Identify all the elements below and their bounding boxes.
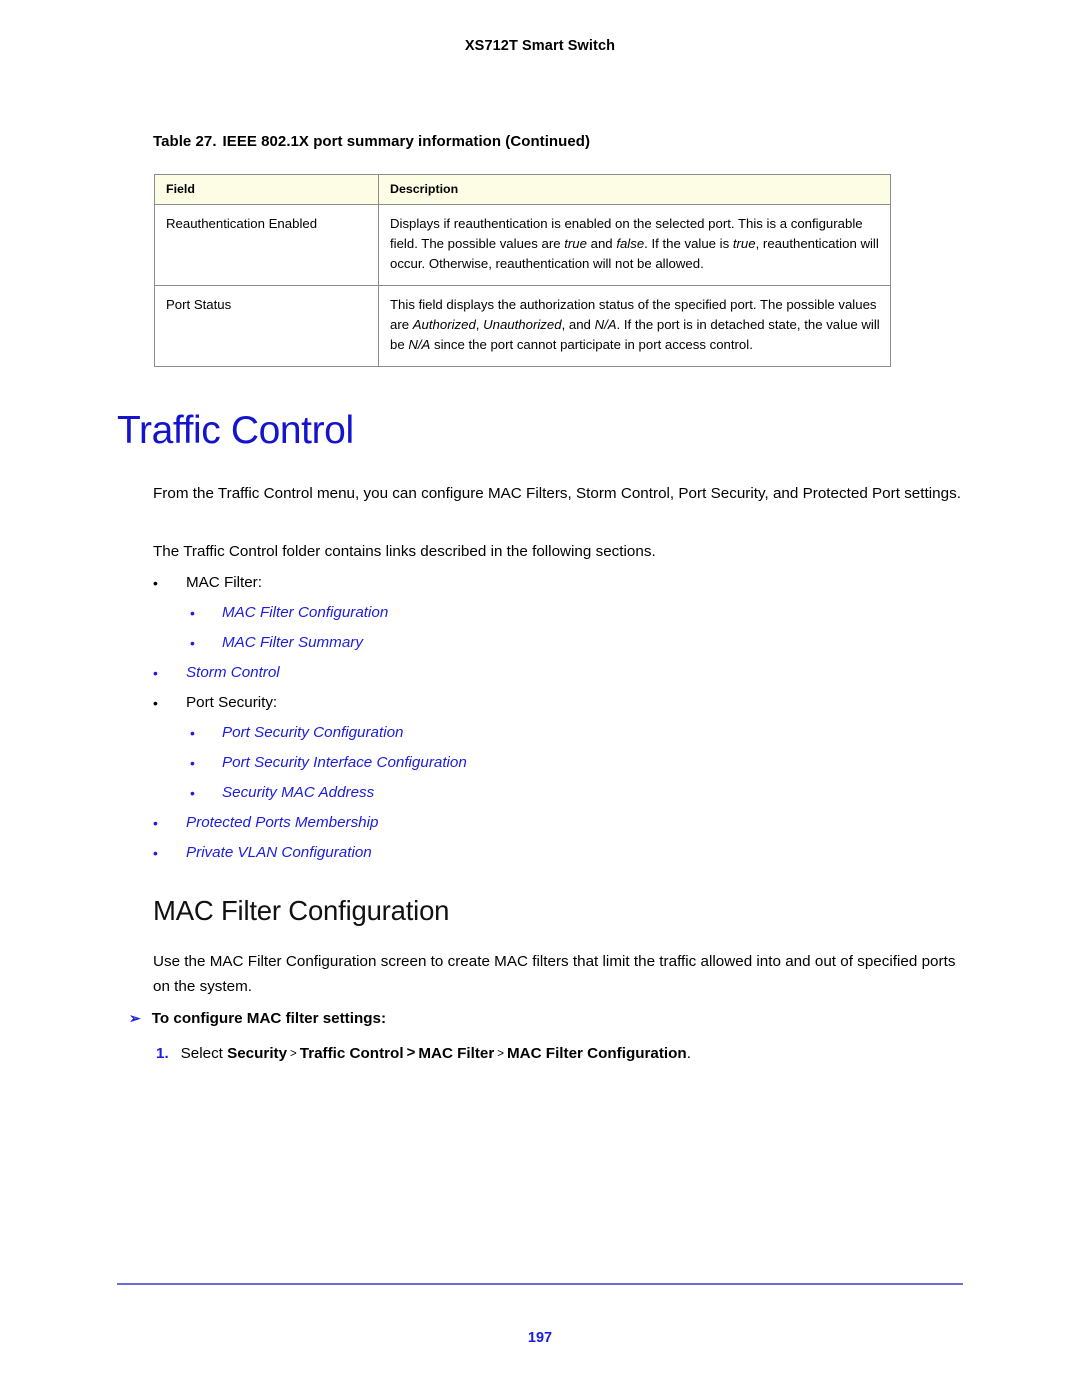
- step-text: Select Security > Traffic Control > MAC Filt…: [180, 1044, 691, 1062]
- bullet-icon: •: [190, 605, 195, 621]
- paragraph-traffic-control-folder: The Traffic Control folder contains link…: [153, 543, 656, 560]
- procedure-step-1: 1. Select Security > Traffic Control > MAC F…: [156, 1042, 691, 1067]
- list-item-link-9[interactable]: • Private VLAN Configuration: [153, 838, 913, 868]
- procedure-heading: ➢ To configure MAC filter settings:: [129, 1007, 386, 1030]
- table-body: Reauthentication Enabled Displays if reau…: [154, 204, 891, 367]
- column-header-field: Field: [154, 174, 379, 205]
- page-number: 197: [527, 1330, 553, 1346]
- cell-description: Displays if reauthentication is enabled …: [378, 204, 891, 286]
- bullet-icon: •: [153, 575, 158, 591]
- bullet-icon: •: [153, 695, 158, 711]
- page-title: Traffic Control: [117, 409, 354, 452]
- cell-description: This field displays the authorization st…: [378, 285, 891, 367]
- cell-field: Port Status: [154, 285, 379, 367]
- list-item-label[interactable]: Security MAC Address: [222, 778, 913, 808]
- cell-field: Reauthentication Enabled: [154, 204, 379, 286]
- column-header-description: Description: [378, 174, 891, 205]
- procedure-heading-label: To configure MAC filter settings:: [151, 1010, 387, 1027]
- list-item-link-7[interactable]: • Security MAC Address: [153, 778, 913, 808]
- table-caption-number: Table 27.: [153, 133, 217, 150]
- paragraph-traffic-control-intro: From the Traffic Control menu, you can c…: [153, 485, 961, 502]
- list-item-label[interactable]: Port Security Interface Configuration: [222, 748, 913, 778]
- port-summary-table: Field Description Reauthentication Enabl…: [154, 174, 891, 367]
- document-page: XS712T Smart Switch Table 27. IEEE 802.1X…: [0, 0, 1080, 1397]
- bullet-icon: •: [190, 725, 195, 741]
- running-header: XS712T Smart Switch: [464, 38, 616, 54]
- section-link-list: • MAC Filter: • MAC Filter Configuration • MA…: [153, 568, 913, 868]
- list-item-label[interactable]: MAC Filter Configuration: [222, 598, 913, 628]
- bullet-icon: •: [190, 755, 195, 771]
- list-item-label: Port Security:: [186, 694, 278, 711]
- footer-divider: [117, 1283, 963, 1285]
- step-number: 1.: [156, 1045, 169, 1062]
- list-item-0: • MAC Filter:: [153, 568, 913, 598]
- list-item-label[interactable]: Port Security Configuration: [222, 718, 913, 748]
- list-item-label[interactable]: Private VLAN Configuration: [186, 838, 913, 868]
- bullet-icon: •: [190, 635, 195, 651]
- bullet-icon: •: [153, 845, 158, 861]
- bullet-icon: •: [190, 785, 195, 801]
- bullet-icon: •: [153, 665, 158, 681]
- list-item-label: MAC Filter:: [186, 574, 262, 591]
- list-item-label[interactable]: Protected Ports Membership: [186, 808, 913, 838]
- list-item-link-2[interactable]: • MAC Filter Summary: [153, 628, 913, 658]
- list-item-link-6[interactable]: • Port Security Interface Configuration: [153, 748, 913, 778]
- list-item-label[interactable]: Storm Control: [186, 658, 913, 688]
- list-item-link-5[interactable]: • Port Security Configuration: [153, 718, 913, 748]
- table-row: Port Status This field displays the autho…: [154, 285, 891, 367]
- list-item-link-3[interactable]: • Storm Control: [153, 658, 913, 688]
- table-header-row: Field Description: [154, 174, 891, 205]
- table-caption: Table 27. IEEE 802.1X port summary inform…: [153, 133, 590, 150]
- bullet-icon: •: [153, 815, 158, 831]
- table-head: Field Description: [154, 174, 891, 205]
- list-item-link-8[interactable]: • Protected Ports Membership: [153, 808, 913, 838]
- paragraph-mac-filter-configuration: Use the MAC Filter Configuration screen …: [153, 953, 956, 995]
- table-row: Reauthentication Enabled Displays if reau…: [154, 204, 891, 286]
- list-item-label[interactable]: MAC Filter Summary: [222, 628, 913, 658]
- list-item-link-1[interactable]: • MAC Filter Configuration: [153, 598, 913, 628]
- table-caption-text: IEEE 802.1X port summary information (Co…: [222, 133, 590, 150]
- list-item-4: • Port Security:: [153, 688, 913, 718]
- section-title-mac-filter-configuration: MAC Filter Configuration: [153, 895, 450, 926]
- arrow-right-icon: ➢: [129, 1010, 141, 1026]
